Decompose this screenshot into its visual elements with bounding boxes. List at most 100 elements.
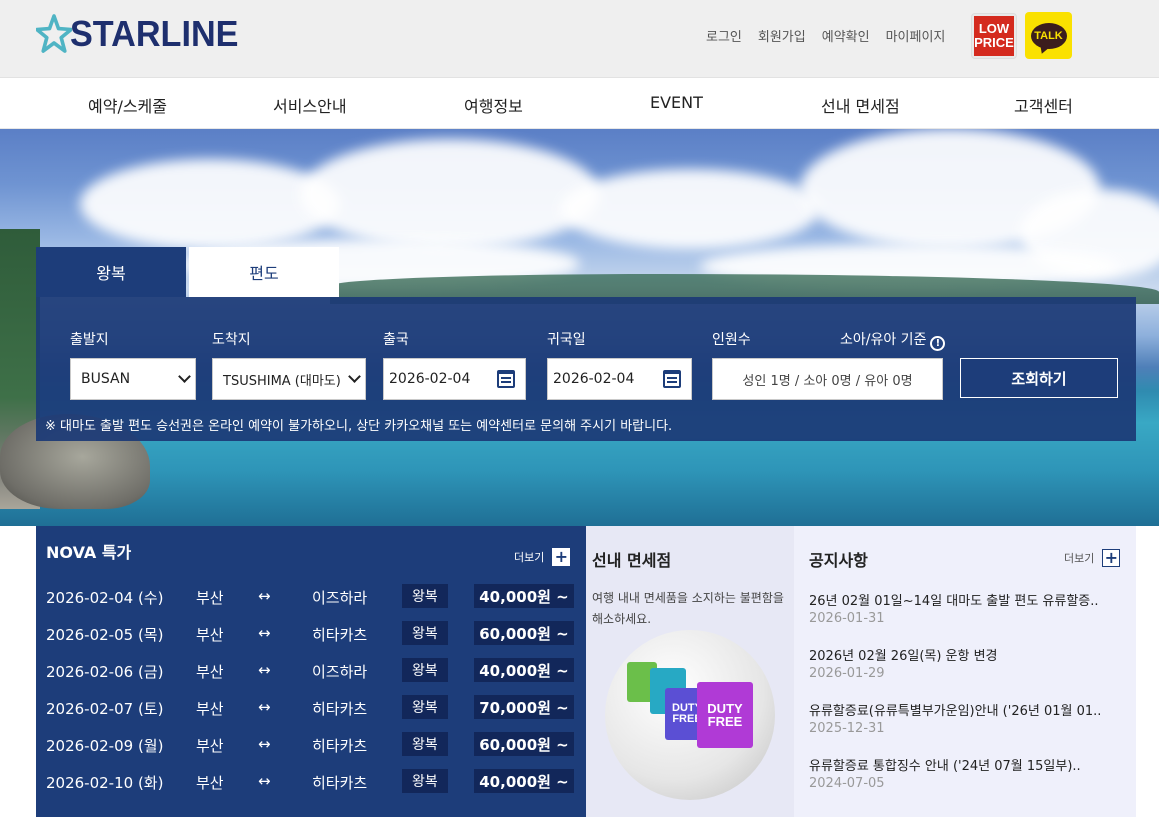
deal-trip-type: 왕복 [402, 732, 448, 756]
calendar-icon[interactable] [497, 370, 515, 388]
booking-panel: 출발지 도착지 출국 귀국일 인원수 소아/유아 기준! BUSAN TSUSH… [36, 297, 1136, 441]
plus-icon: + [1102, 549, 1121, 567]
notice-item-title[interactable]: 유류할증료 통합징수 안내 ('24년 07월 15일부).. [809, 755, 1081, 774]
deal-price: 40,000원 ~ [474, 658, 574, 682]
deal-destination: 히타카츠 [312, 774, 368, 792]
info-icon[interactable]: ! [930, 336, 946, 351]
star-logo-icon [36, 14, 72, 53]
passengers-label: 인원수 [712, 332, 751, 348]
tab-one-way[interactable]: 편도 [189, 247, 339, 297]
tab-round-trip[interactable]: 왕복 [36, 247, 186, 297]
deal-row[interactable]: 2026-02-09 (월) 부산 ↔ 히타카츠 왕복 60,000원 ~ [36, 732, 586, 758]
deal-origin: 부산 [196, 737, 224, 755]
arrival-select[interactable]: TSUSHIMA (대마도) [212, 358, 366, 400]
login-link[interactable]: 로그인 [706, 26, 742, 45]
departure-select[interactable]: BUSAN [70, 358, 196, 400]
deal-destination: 이즈하라 [312, 589, 368, 607]
deal-row[interactable]: 2026-02-07 (토) 부산 ↔ 히타카츠 왕복 70,000원 ~ [36, 695, 586, 721]
deal-row[interactable]: 2026-02-04 (수) 부산 ↔ 이즈하라 왕복 40,000원 ~ [36, 584, 586, 610]
notice-item-date: 2025-12-31 [809, 721, 885, 736]
deal-arrow-icon: ↔ [258, 624, 271, 642]
deal-row[interactable]: 2026-02-06 (금) 부산 ↔ 이즈하라 왕복 40,000원 ~ [36, 658, 586, 684]
child-info-label[interactable]: 소아/유아 기준! [840, 329, 946, 351]
mypage-link[interactable]: 마이페이지 [886, 26, 946, 45]
return-date-input[interactable]: 2026-02-04 [547, 358, 692, 400]
kakao-talk-icon: TALK [1030, 22, 1067, 49]
return-label: 귀국일 [547, 332, 586, 348]
deal-date: 2026-02-04 (수) [46, 589, 164, 607]
deal-trip-type: 왕복 [402, 695, 448, 719]
deal-arrow-icon: ↔ [258, 735, 271, 753]
booking-notice: ※ 대마도 출발 편도 승선권은 온라인 예약이 불가하오니, 상단 카카오채널… [45, 419, 673, 434]
reservation-check-link[interactable]: 예약확인 [822, 26, 870, 45]
kakao-talk-badge[interactable]: TALK [1025, 12, 1072, 59]
deal-date: 2026-02-07 (토) [46, 700, 164, 718]
deal-price: 70,000원 ~ [474, 695, 574, 719]
nav-reservation-schedule[interactable]: 예약/스케줄 [88, 93, 167, 117]
outbound-date-input[interactable]: 2026-02-04 [383, 358, 526, 400]
nav-service-info[interactable]: 서비스안내 [273, 93, 347, 117]
shopping-bag-icon: DUTY FREE [697, 682, 753, 748]
signup-link[interactable]: 회원가입 [758, 26, 806, 45]
deal-arrow-icon: ↔ [258, 772, 271, 790]
notice-item-title[interactable]: 26년 02월 01일~14일 대마도 출발 편도 유류할증.. [809, 590, 1099, 609]
nav-travel-info[interactable]: 여행정보 [464, 93, 523, 117]
arrival-label: 도착지 [212, 332, 251, 348]
calendar-icon[interactable] [663, 370, 681, 388]
deal-destination: 히타카츠 [312, 737, 368, 755]
deal-price: 40,000원 ~ [474, 584, 574, 608]
deal-origin: 부산 [196, 700, 224, 718]
cloud-shape [560, 169, 820, 249]
plus-icon: + [552, 548, 571, 566]
deal-date: 2026-02-10 (화) [46, 774, 164, 792]
duty-free-section[interactable]: 선내 면세점 여행 내내 면세품을 소지하는 불편함을 해소하세요. DUTY … [586, 526, 794, 817]
deal-arrow-icon: ↔ [258, 661, 271, 679]
notice-more-link[interactable]: 더보기 + [1064, 549, 1121, 567]
low-price-icon: LOW PRICE [974, 16, 1014, 56]
notice-item-date: 2026-01-29 [809, 666, 885, 681]
deal-row[interactable]: 2026-02-10 (화) 부산 ↔ 히타카츠 왕복 40,000원 ~ [36, 769, 586, 795]
duty-free-title: 선내 면세점 [592, 551, 672, 570]
notice-item-date: 2024-07-05 [809, 776, 885, 791]
cloud-shape [300, 139, 600, 249]
passengers-input[interactable]: 성인 1명 / 소아 0명 / 유아 0명 [712, 358, 943, 400]
deal-arrow-icon: ↔ [258, 587, 271, 605]
deal-arrow-icon: ↔ [258, 698, 271, 716]
notice-title: 공지사항 [809, 551, 868, 570]
search-button[interactable]: 조회하기 [960, 358, 1118, 398]
deal-price: 40,000원 ~ [474, 769, 574, 793]
nav-duty-free[interactable]: 선내 면세점 [821, 93, 900, 117]
deal-origin: 부산 [196, 663, 224, 681]
notice-item-title[interactable]: 유류할증료(유류특별부가운임)안내 ('26년 01월 01.. [809, 700, 1101, 719]
nova-more-link[interactable]: 더보기 + [514, 548, 571, 566]
deal-trip-type: 왕복 [402, 769, 448, 793]
top-bar: STARLINE 로그인 회원가입 예약확인 마이페이지 LOW PRICE T… [0, 0, 1159, 78]
deal-destination: 히타카츠 [312, 626, 368, 644]
logo-text: STARLINE [70, 13, 239, 54]
deal-price: 60,000원 ~ [474, 732, 574, 756]
notice-section: 공지사항 더보기 + 26년 02월 01일~14일 대마도 출발 편도 유류할… [794, 526, 1136, 817]
outbound-label: 출국 [383, 332, 409, 348]
notice-item-date: 2026-01-31 [809, 611, 885, 626]
starline-logo[interactable]: STARLINE [36, 10, 247, 58]
nav-customer-center[interactable]: 고객센터 [1014, 93, 1073, 117]
deal-trip-type: 왕복 [402, 584, 448, 608]
nova-specials: NOVA 특가 더보기 + 2026-02-04 (수) 부산 ↔ 이즈하라 왕복 40,… [36, 526, 586, 817]
nav-event[interactable]: EVENT [650, 93, 703, 112]
notice-item-title[interactable]: 2026년 02월 26일(목) 운항 변경 [809, 645, 998, 664]
deal-origin: 부산 [196, 626, 224, 644]
deal-origin: 부산 [196, 774, 224, 792]
deal-trip-type: 왕복 [402, 621, 448, 645]
chevron-down-icon [348, 370, 361, 383]
deal-trip-type: 왕복 [402, 658, 448, 682]
low-price-badge[interactable]: LOW PRICE [971, 13, 1017, 59]
deal-row[interactable]: 2026-02-05 (목) 부산 ↔ 히타카츠 왕복 60,000원 ~ [36, 621, 586, 647]
deal-date: 2026-02-06 (금) [46, 663, 164, 681]
chevron-down-icon [178, 370, 191, 383]
departure-label: 출발지 [70, 332, 109, 348]
deal-destination: 이즈하라 [312, 663, 368, 681]
utility-links: 로그인 회원가입 예약확인 마이페이지 [706, 26, 945, 45]
deal-date: 2026-02-05 (목) [46, 626, 164, 644]
deal-date: 2026-02-09 (월) [46, 737, 164, 755]
trip-type-tabs: 왕복 편도 [36, 247, 339, 297]
